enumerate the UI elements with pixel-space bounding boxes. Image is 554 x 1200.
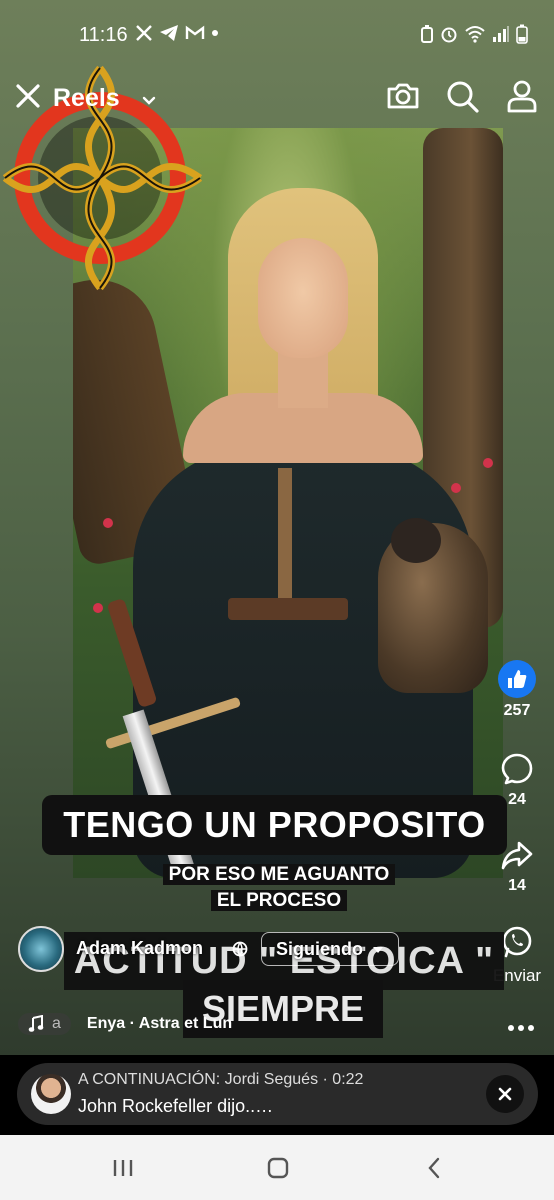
flower	[93, 603, 103, 613]
following-button[interactable]: Siguiendo	[261, 932, 400, 966]
like-button[interactable]	[498, 660, 536, 698]
telegram-icon	[160, 25, 178, 41]
caption-main-text: TENGO UN PROPOSITO	[42, 795, 507, 855]
status-left-icons	[135, 24, 219, 42]
status-time: 11:16	[79, 24, 128, 46]
battery-icon	[516, 24, 528, 44]
recent-apps-icon	[113, 1160, 133, 1176]
up-next-title: John Rockefeller dijo..…	[78, 1096, 274, 1116]
globe-icon	[232, 941, 248, 957]
recent-apps-button[interactable]	[103, 1153, 143, 1183]
reels-title[interactable]: Reels	[53, 84, 120, 113]
author-avatar[interactable]	[18, 926, 64, 972]
close-icon	[498, 1087, 512, 1101]
dress-trim	[278, 468, 292, 608]
chevron-down-icon	[373, 947, 384, 953]
more-options-button[interactable]	[508, 1012, 534, 1038]
gmail-icon	[185, 25, 205, 39]
whatsapp-icon[interactable]	[500, 925, 534, 959]
author-name[interactable]: Adam Kadmon	[76, 938, 203, 959]
woman-face	[258, 238, 348, 358]
music-note-icon	[28, 1015, 44, 1032]
status-bar: 11:16	[0, 18, 554, 54]
up-next-label: A CONTINUACIÓN: Jordi Segués · 0:22	[78, 1071, 364, 1088]
caption-sub-line2: EL PROCESO	[210, 890, 348, 911]
x-icon	[136, 25, 152, 41]
following-label: Siguiendo	[276, 939, 363, 959]
falcon-head	[391, 518, 441, 563]
signal-icon	[493, 26, 509, 42]
close-icon[interactable]	[12, 80, 44, 112]
belt	[228, 598, 348, 620]
profile-icon[interactable]	[504, 78, 540, 114]
home-icon	[267, 1157, 289, 1179]
like-action[interactable]: 257	[492, 660, 542, 720]
reels-top-bar: Reels	[0, 76, 554, 120]
comment-icon[interactable]	[500, 752, 534, 786]
home-button[interactable]	[258, 1153, 298, 1183]
caption-sub-line1: POR ESO ME AGUANTO	[162, 864, 396, 885]
camera-icon[interactable]	[385, 78, 421, 114]
back-icon	[428, 1157, 440, 1179]
wifi-icon	[465, 26, 485, 43]
music-row[interactable]: a Enya · Astra et Lun	[18, 1010, 232, 1038]
more-dots-icon	[508, 1025, 534, 1031]
dot-icon	[212, 30, 218, 36]
music-prefix: a	[52, 1015, 61, 1032]
thumbs-up-icon	[508, 670, 527, 688]
status-right-icons	[420, 24, 528, 44]
caption-subtext: POR ESO ME AGUANTO EL PROCESO	[150, 862, 408, 914]
music-track[interactable]: Enya · Astra et Lun	[87, 1015, 232, 1033]
flower	[483, 458, 493, 468]
up-next-card[interactable]: A CONTINUACIÓN: Jordi Segués · 0:22 John…	[17, 1063, 538, 1125]
system-nav-bar	[0, 1135, 554, 1200]
chevron-down-icon[interactable]	[141, 93, 157, 109]
flower	[451, 483, 461, 493]
back-button[interactable]	[414, 1153, 454, 1183]
like-count: 257	[503, 702, 531, 719]
battery-saver-icon	[421, 25, 433, 43]
share-count: 14	[508, 877, 526, 894]
music-chip[interactable]: a	[18, 1013, 71, 1035]
up-next-close-button[interactable]	[486, 1075, 524, 1113]
up-next-avatar	[31, 1074, 71, 1114]
alarm-icon	[441, 27, 457, 43]
search-icon[interactable]	[444, 78, 480, 114]
flower	[103, 518, 113, 528]
